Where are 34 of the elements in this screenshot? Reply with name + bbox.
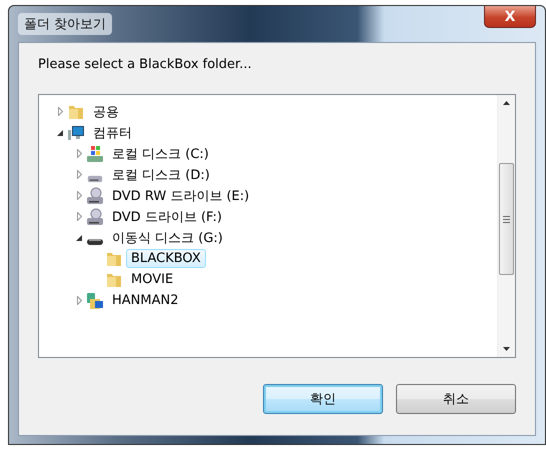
tree-item[interactable]: MOVIE bbox=[126, 270, 178, 289]
collapse-arrow-icon[interactable] bbox=[76, 234, 82, 240]
disk-drive-icon bbox=[86, 174, 104, 182]
prompt-text: Please select a BlackBox folder... bbox=[38, 57, 253, 72]
tree-item[interactable]: 로컬 디스크 (D:) bbox=[107, 164, 215, 186]
network-drive-icon bbox=[86, 292, 104, 310]
tree-item[interactable]: 컴퓨터 bbox=[88, 122, 137, 144]
tree-item[interactable]: DVD 드라이브 (F:) bbox=[107, 206, 227, 228]
tree-item[interactable]: 로컬 디스크 (C:) bbox=[107, 142, 214, 164]
tree-item[interactable]: 공용 bbox=[88, 100, 124, 122]
window-title: 폴더 찾아보기 bbox=[18, 13, 112, 35]
scroll-thumb[interactable] bbox=[499, 163, 514, 275]
tree-item[interactable]: BLACKBOX bbox=[126, 249, 206, 268]
expand-arrow-icon[interactable] bbox=[76, 149, 82, 158]
scroll-down-icon[interactable] bbox=[503, 347, 510, 351]
disk-drive-icon bbox=[86, 144, 104, 162]
computer-icon bbox=[67, 124, 85, 142]
tree-item[interactable]: HANMAN2 bbox=[107, 291, 184, 310]
cancel-button[interactable]: 취소 bbox=[396, 384, 516, 414]
expand-arrow-icon[interactable] bbox=[58, 107, 62, 116]
tree-item[interactable]: 이동식 디스크 (G:) bbox=[107, 226, 228, 248]
expand-arrow-icon[interactable] bbox=[76, 296, 82, 305]
ok-button[interactable]: 확인 bbox=[263, 384, 383, 414]
collapse-arrow-icon[interactable] bbox=[57, 130, 63, 136]
optical-drive-icon bbox=[86, 208, 104, 226]
close-button[interactable]: X bbox=[484, 6, 536, 28]
expand-arrow-icon[interactable] bbox=[76, 212, 82, 221]
grip-icon bbox=[503, 216, 510, 222]
scroll-up-icon[interactable] bbox=[503, 101, 510, 105]
tree-item[interactable]: DVD RW 드라이브 (E:) bbox=[107, 184, 254, 206]
expand-arrow-icon[interactable] bbox=[76, 191, 82, 200]
scrollbar[interactable] bbox=[497, 95, 515, 357]
expand-arrow-icon[interactable] bbox=[76, 170, 82, 179]
optical-drive-icon bbox=[86, 186, 104, 204]
